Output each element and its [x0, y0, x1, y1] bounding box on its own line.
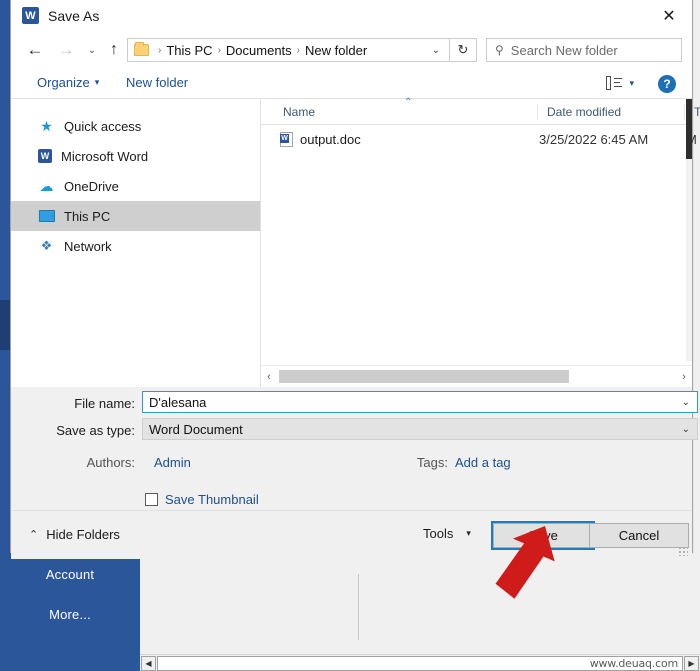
- breadcrumb-item-new-folder[interactable]: New folder: [305, 43, 367, 58]
- navigation-sidebar: ★ Quick access W Microsoft Word ☁ OneDri…: [11, 99, 261, 387]
- navigation-bar: ← → ⌄ ↑ › This PC › Documents › New fold…: [11, 31, 692, 69]
- hide-folders-button[interactable]: ⌃ Hide Folders: [29, 527, 120, 542]
- dialog-titlebar: W Save As ✕: [11, 0, 692, 31]
- sidebar-item-this-pc[interactable]: This PC: [11, 201, 260, 231]
- scroll-left-icon[interactable]: ‹: [261, 371, 277, 383]
- rail-item-more[interactable]: More...: [0, 604, 140, 626]
- save-as-type-select[interactable]: Word Document ⌄: [142, 418, 698, 440]
- word-app-icon: W: [22, 7, 39, 24]
- back-icon[interactable]: ←: [24, 39, 46, 61]
- authors-label: Authors:: [86, 455, 135, 470]
- file-list-vertical-scrollbar[interactable]: [686, 99, 692, 361]
- sidebar-item-quick-access[interactable]: ★ Quick access: [11, 111, 260, 141]
- column-headers: ⌃ Name Date modified Ty: [261, 97, 700, 125]
- view-list-icon: [606, 76, 623, 90]
- word-document-icon: [280, 131, 293, 147]
- search-placeholder: Search New folder: [510, 42, 618, 58]
- sidebar-item-label: This PC: [64, 208, 111, 224]
- chevron-down-icon[interactable]: ▾: [629, 78, 634, 89]
- breadcrumb-item-documents[interactable]: Documents: [226, 43, 292, 58]
- save-as-dialog: W Save As ✕ ← → ⌄ ↑ › This PC › Document…: [10, 0, 700, 559]
- breadcrumb-separator: ›: [296, 44, 301, 56]
- new-folder-button[interactable]: New folder: [126, 75, 188, 90]
- scrollbar-thumb[interactable]: [686, 99, 692, 159]
- sidebar-item-label: OneDrive: [64, 178, 119, 194]
- sort-ascending-icon: ⌃: [404, 97, 413, 108]
- document-scroll-right-button[interactable]: ▶: [684, 655, 699, 671]
- save-as-type-label: Save as type:: [56, 423, 135, 438]
- refresh-icon[interactable]: ↻: [450, 38, 477, 62]
- dialog-footer: ⌃ Hide Folders Tools ▾ Save Cancel: [11, 510, 692, 559]
- breadcrumb-separator: ›: [217, 44, 221, 56]
- column-header-date-modified[interactable]: Date modified: [537, 105, 621, 120]
- tools-label: Tools: [423, 526, 454, 541]
- view-layout-button[interactable]: ▾: [606, 76, 634, 90]
- document-scroll-left-button[interactable]: ◀: [141, 655, 156, 671]
- table-row[interactable]: output.doc 3/25/2022 6:45 AM M: [261, 125, 697, 153]
- star-icon: ★: [40, 117, 53, 134]
- site-watermark: www.deuaq.com: [589, 657, 679, 670]
- up-one-level-icon[interactable]: ↑: [103, 39, 125, 61]
- column-header-name[interactable]: Name: [283, 105, 315, 119]
- save-thumbnail-checkbox[interactable]: Save Thumbnail: [145, 492, 259, 507]
- breadcrumb-item-this-pc[interactable]: This PC: [166, 43, 212, 58]
- tools-button[interactable]: Tools ▾: [423, 526, 471, 541]
- organize-button[interactable]: Organize ▾: [37, 75, 99, 90]
- sidebar-item-onedrive[interactable]: ☁ OneDrive: [11, 171, 260, 201]
- scrollbar-thumb[interactable]: [279, 370, 569, 383]
- file-name-value: D'alesana: [149, 394, 207, 410]
- computer-icon: [38, 208, 55, 225]
- file-name-cell: output.doc: [300, 131, 361, 147]
- add-a-tag-link[interactable]: Add a tag: [455, 455, 511, 470]
- network-icon: ❖: [40, 238, 53, 253]
- sidebar-item-label: Microsoft Word: [61, 148, 149, 164]
- scroll-right-icon[interactable]: ›: [676, 371, 692, 383]
- sidebar-item-label: Quick access: [64, 118, 142, 134]
- chevron-up-icon: ⌃: [29, 529, 39, 541]
- chevron-down-icon[interactable]: ⌄: [682, 397, 690, 408]
- command-bar: Organize ▾ New folder ▾ ?: [11, 69, 692, 99]
- folder-icon: [134, 42, 149, 56]
- chevron-down-icon[interactable]: ⌄: [682, 424, 690, 435]
- hide-folders-label: Hide Folders: [46, 527, 120, 542]
- chevron-down-icon[interactable]: ▾: [466, 528, 471, 539]
- rail-item-account[interactable]: Account: [0, 564, 140, 586]
- file-date-cell: 3/25/2022 6:45 AM: [539, 131, 649, 147]
- search-icon: ⚲: [495, 43, 504, 57]
- chevron-down-icon: ▾: [94, 77, 100, 87]
- sidebar-item-microsoft-word[interactable]: W Microsoft Word: [11, 141, 260, 171]
- save-thumbnail-label: Save Thumbnail: [165, 492, 259, 507]
- cloud-icon: ☁: [39, 177, 54, 194]
- dialog-body: ★ Quick access W Microsoft Word ☁ OneDri…: [11, 97, 700, 387]
- scrollbar-track[interactable]: [277, 370, 676, 383]
- word-icon: W: [38, 149, 52, 163]
- breadcrumb-separator: ›: [158, 44, 162, 56]
- document-text-caret: [358, 574, 359, 640]
- organize-label: Organize: [37, 75, 90, 90]
- checkbox-box[interactable]: [145, 493, 158, 506]
- file-list: ⌃ Name Date modified Ty output.doc 3/25/…: [261, 97, 700, 387]
- recent-locations-icon[interactable]: ⌄: [81, 39, 103, 61]
- help-icon[interactable]: ?: [658, 75, 676, 93]
- file-list-horizontal-scrollbar[interactable]: ‹ ›: [261, 365, 692, 387]
- close-icon[interactable]: ✕: [646, 0, 692, 31]
- breadcrumb[interactable]: › This PC › Documents › New folder ⌄: [127, 38, 450, 62]
- tags-label: Tags:: [416, 455, 448, 470]
- save-form: File name: D'alesana ⌄ Save as type: Wor…: [11, 387, 698, 510]
- forward-icon: →: [57, 40, 75, 59]
- dialog-title: Save As: [48, 7, 100, 24]
- sidebar-item-label: Network: [64, 238, 112, 254]
- cancel-button[interactable]: Cancel: [589, 523, 689, 548]
- search-input[interactable]: ⚲ Search New folder: [486, 38, 682, 62]
- file-name-label: File name:: [74, 396, 135, 411]
- authors-value[interactable]: Admin: [154, 455, 191, 470]
- sidebar-item-network[interactable]: ❖ Network: [11, 231, 260, 261]
- save-button[interactable]: Save: [491, 521, 595, 550]
- resize-grip[interactable]: [678, 546, 688, 556]
- file-name-input[interactable]: D'alesana ⌄: [142, 391, 698, 413]
- save-as-type-value: Word Document: [149, 421, 243, 437]
- chevron-down-icon[interactable]: ⌄: [432, 45, 440, 56]
